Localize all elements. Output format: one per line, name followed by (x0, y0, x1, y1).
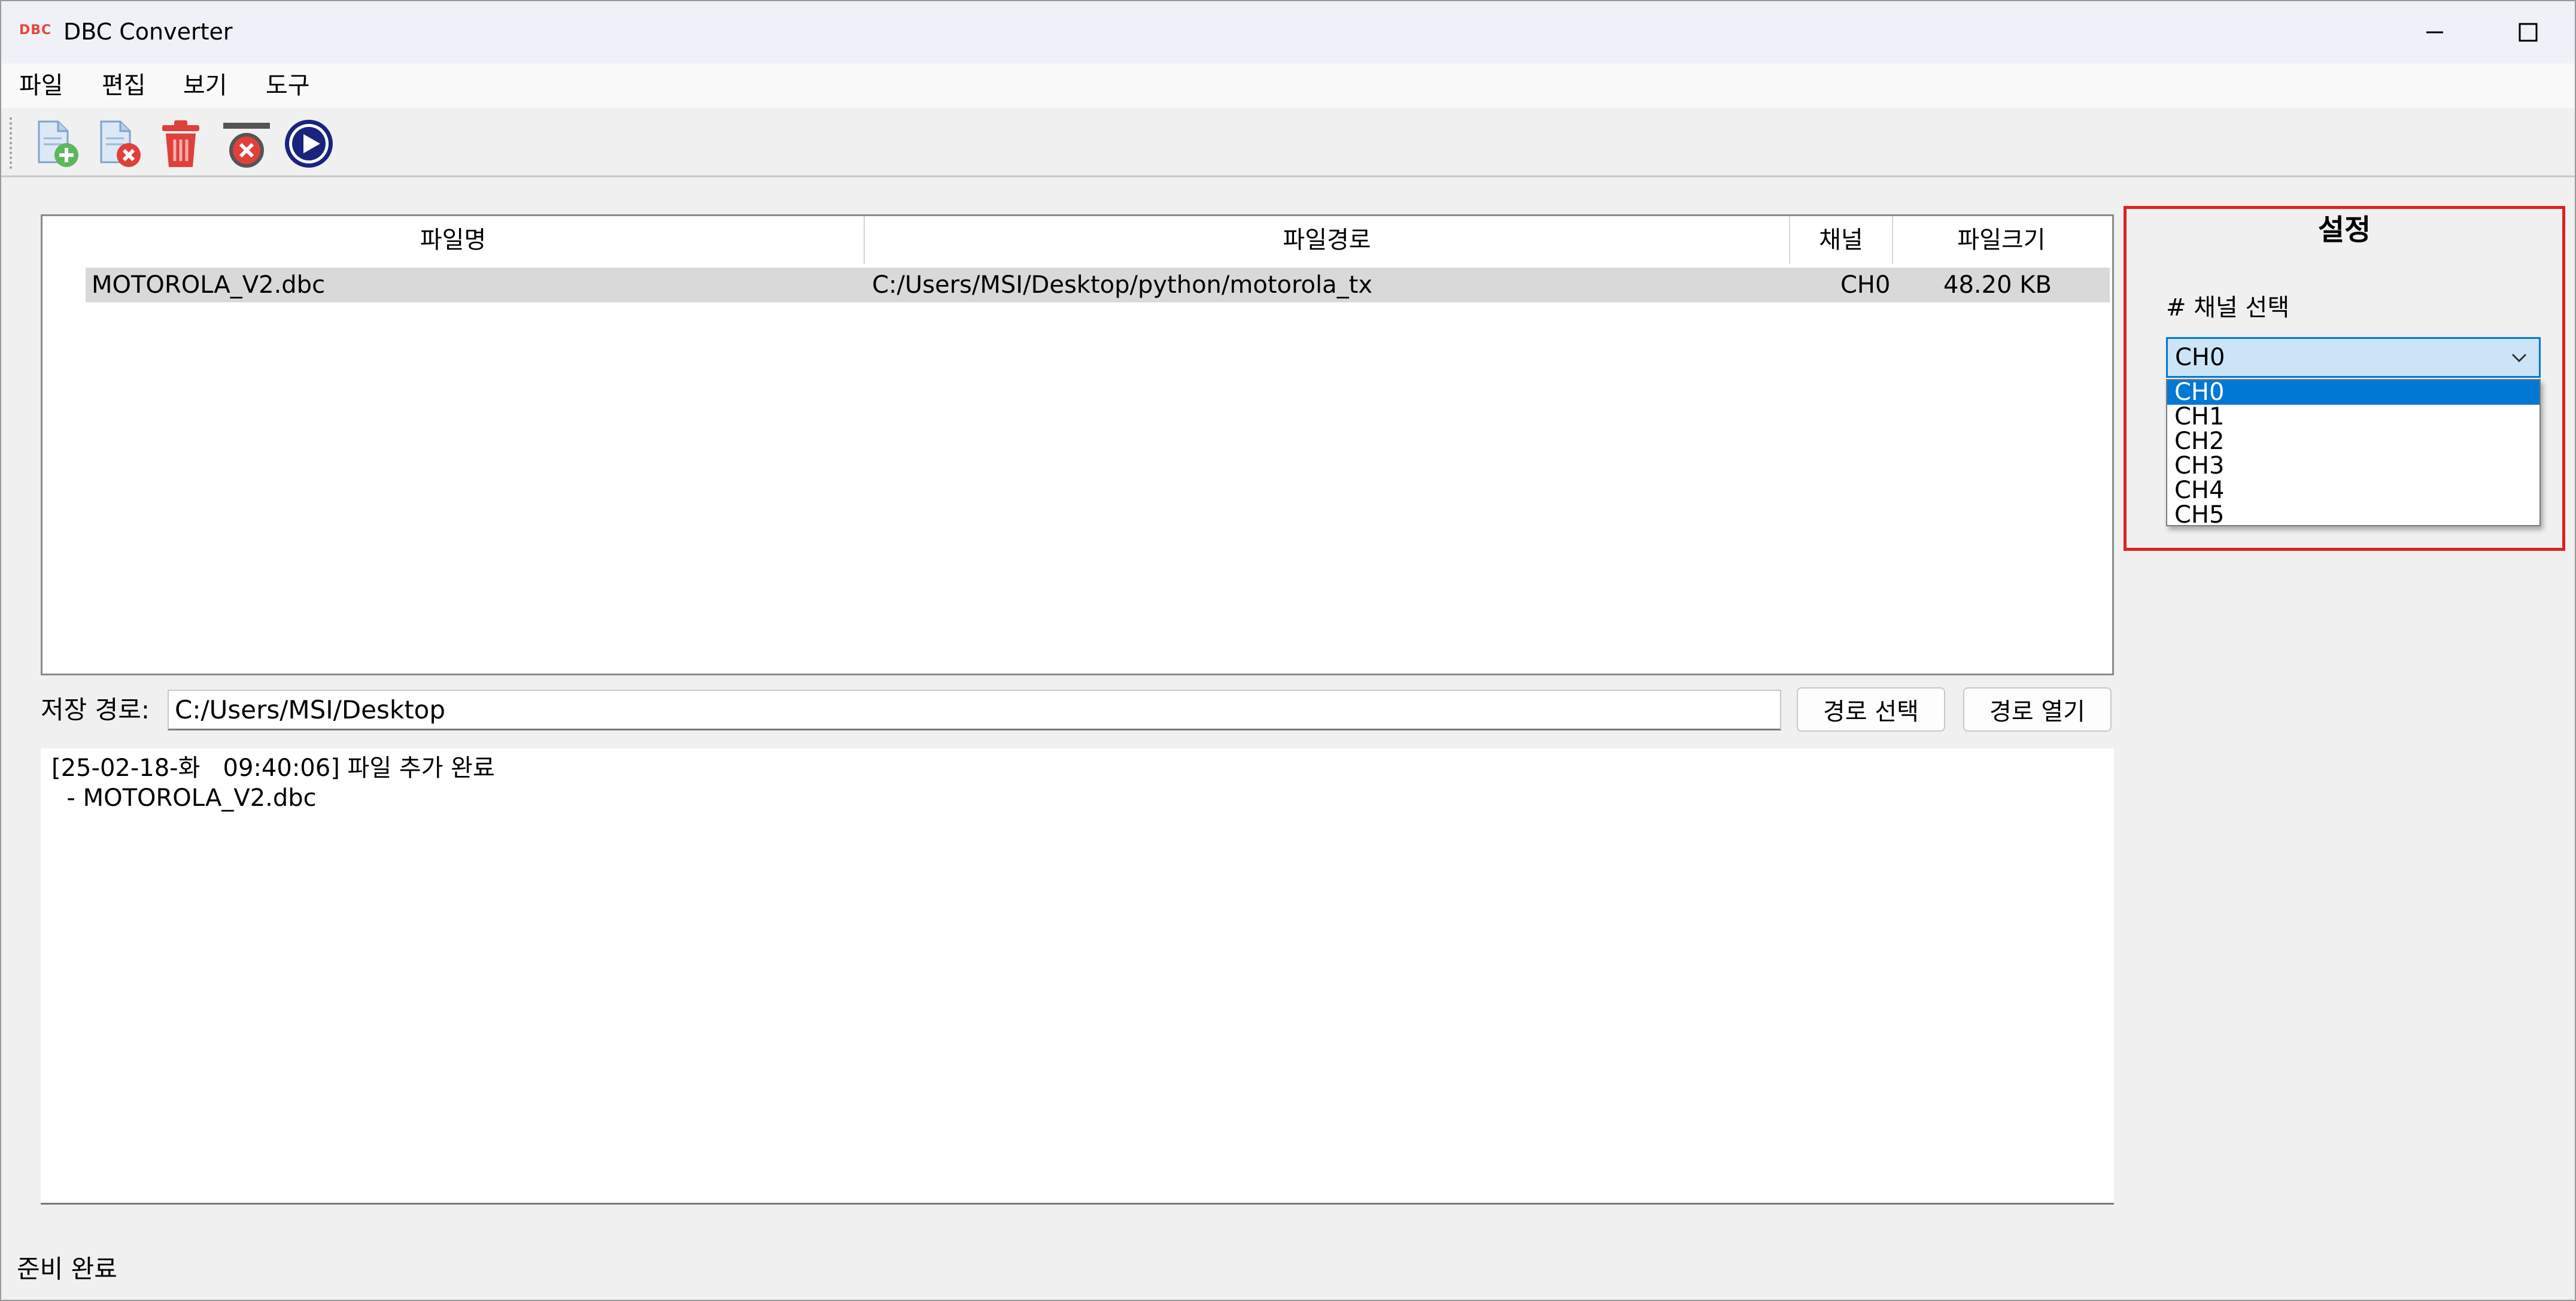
remove-file-button[interactable] (90, 115, 147, 172)
save-path-input[interactable] (168, 690, 1781, 730)
channel-option-ch2[interactable]: CH2 (2167, 429, 2539, 454)
menu-edit[interactable]: 편집 (102, 71, 146, 101)
cell-channel: CH0 (1840, 271, 1891, 299)
clear-icon (223, 123, 270, 168)
delete-button[interactable] (152, 115, 209, 172)
minimize-icon (2426, 31, 2443, 34)
add-file-button[interactable] (28, 115, 85, 172)
app-logo: DBC (19, 23, 52, 38)
clear-button[interactable] (218, 115, 275, 172)
header-filepath[interactable]: 파일경로 (865, 216, 1790, 264)
channel-combobox[interactable]: CH0 (2166, 337, 2541, 378)
window-title: DBC Converter (63, 19, 233, 45)
log-line: - MOTOROLA_V2.dbc (51, 784, 317, 812)
cell-filepath: C:/Users/MSI/Desktop/python/motorola_tx (872, 271, 1372, 299)
maximize-button[interactable] (2481, 1, 2575, 63)
play-icon (285, 120, 333, 168)
toolbar (1, 108, 2575, 177)
menu-bar: 파일 편집 보기 도구 (1, 63, 2575, 108)
header-channel[interactable]: 채널 (1790, 216, 1893, 264)
title-bar[interactable]: DBC DBC Converter (1, 1, 2575, 63)
menu-tools[interactable]: 도구 (266, 71, 310, 101)
channel-option-ch3[interactable]: CH3 (2167, 454, 2539, 478)
channel-option-ch1[interactable]: CH1 (2167, 405, 2539, 429)
maximize-icon (2519, 23, 2538, 42)
channel-dropdown-list: CH0 CH1 CH2 CH3 CH4 CH5 (2166, 379, 2541, 527)
chevron-down-icon (2511, 353, 2527, 363)
settings-title: 설정 (2317, 213, 2371, 247)
channel-selected-value: CH0 (2175, 344, 2225, 371)
minimize-button[interactable] (2388, 1, 2481, 63)
menu-view[interactable]: 보기 (183, 71, 227, 101)
app-window: DBC DBC Converter 파일 편집 보기 도구 파일명 파일경로 채… (0, 0, 2576, 1301)
channel-select-label: # 채널 선택 (2166, 294, 2290, 322)
settings-panel: 설정 # 채널 선택 CH0 CH0 CH1 CH2 CH3 CH4 CH5 (2124, 206, 2565, 551)
remove-file-icon (100, 120, 141, 167)
header-filename[interactable]: 파일명 (42, 216, 865, 264)
log-line: [25-02-18-화 09:40:06] 파일 추가 완료 (51, 754, 495, 782)
run-button[interactable] (280, 115, 338, 172)
add-file-icon (38, 120, 78, 167)
log-area[interactable]: [25-02-18-화 09:40:06] 파일 추가 완료 - MOTOROL… (41, 748, 2114, 1205)
file-table[interactable]: 파일명 파일경로 채널 파일크기 MOTOROLA_V2.dbc C:/User… (41, 214, 2114, 675)
cell-filename: MOTOROLA_V2.dbc (92, 271, 326, 299)
header-filesize[interactable]: 파일크기 (1893, 216, 2110, 264)
channel-option-ch4[interactable]: CH4 (2167, 478, 2539, 503)
open-path-button[interactable]: 경로 열기 (1963, 687, 2112, 732)
channel-option-ch0[interactable]: CH0 (2167, 380, 2539, 405)
save-path-label: 저장 경로: (41, 695, 150, 724)
delete-icon (162, 120, 199, 167)
channel-option-ch5[interactable]: CH5 (2167, 503, 2539, 527)
select-path-button[interactable]: 경로 선택 (1797, 687, 1945, 732)
toolbar-grip[interactable] (10, 117, 13, 169)
status-text: 준비 완료 (17, 1254, 117, 1284)
menu-file[interactable]: 파일 (19, 71, 63, 101)
table-row[interactable]: MOTOROLA_V2.dbc C:/Users/MSI/Desktop/pyt… (86, 268, 2110, 302)
cell-filesize: 48.20 KB (1943, 271, 2052, 299)
